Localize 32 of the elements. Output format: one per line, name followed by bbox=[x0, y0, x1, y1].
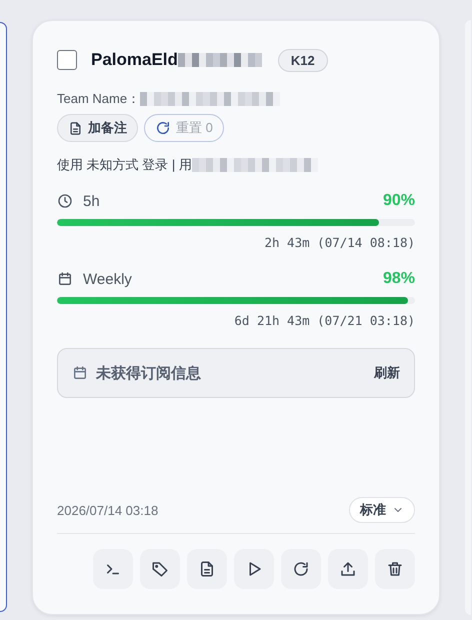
document-icon bbox=[68, 120, 83, 136]
account-name: PalomaEld bbox=[91, 50, 178, 70]
refresh-icon bbox=[292, 560, 310, 578]
plan-dropdown[interactable]: 标准 bbox=[349, 497, 415, 523]
usage-percent: 90% bbox=[382, 192, 415, 210]
checkbox[interactable] bbox=[57, 50, 77, 70]
team-name-label: Team Name： bbox=[57, 90, 140, 108]
usage-percent: 98% bbox=[382, 270, 415, 288]
note-button[interactable]: 加备注 bbox=[57, 114, 138, 142]
clock-icon bbox=[57, 193, 73, 209]
document-button[interactable] bbox=[187, 549, 227, 589]
upload-icon bbox=[339, 560, 357, 578]
document-icon bbox=[198, 560, 216, 578]
tag-icon bbox=[151, 560, 169, 578]
reset-time: 2h 43m (07/14 08:18) bbox=[263, 235, 415, 250]
subscription-message: 未获得订阅信息 bbox=[96, 364, 201, 382]
play-button[interactable] bbox=[234, 549, 274, 589]
plan-badge: K12 bbox=[278, 48, 328, 72]
reset-time: 6d 21h 43m (07/21 03:18) bbox=[233, 313, 415, 328]
refresh-button[interactable] bbox=[281, 549, 321, 589]
login-info: 使用 未知方式 登录 | 用 bbox=[57, 156, 192, 174]
trash-button[interactable] bbox=[375, 549, 415, 589]
timestamp: 2026/07/14 03:18 bbox=[57, 502, 158, 518]
tag-button[interactable] bbox=[140, 549, 180, 589]
refresh-icon bbox=[155, 120, 171, 136]
limit-label: 5h bbox=[83, 192, 100, 210]
calendar-icon bbox=[72, 365, 88, 381]
limit-label: Weekly bbox=[83, 270, 132, 288]
calendar-icon bbox=[57, 271, 73, 287]
refresh-link[interactable]: 刷新 bbox=[374, 364, 400, 382]
upload-button[interactable] bbox=[328, 549, 368, 589]
trash-icon bbox=[386, 560, 404, 578]
